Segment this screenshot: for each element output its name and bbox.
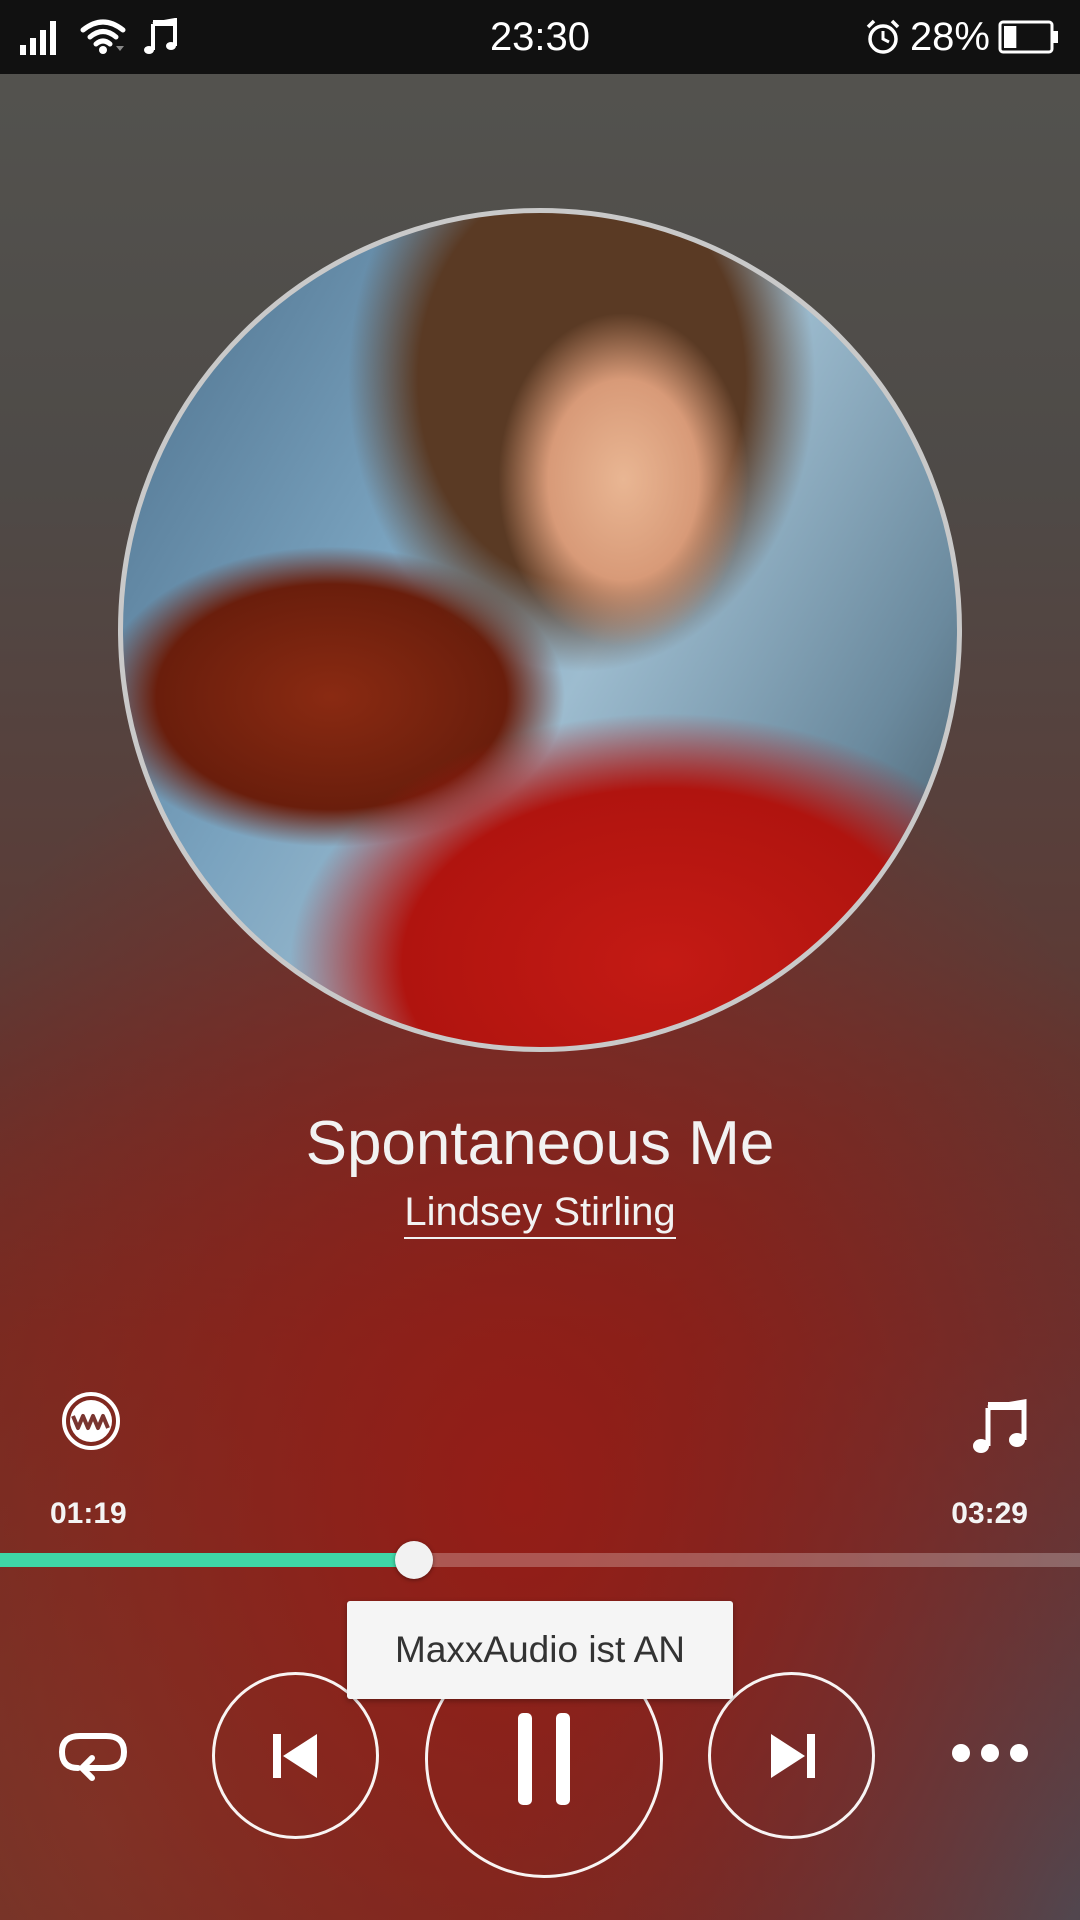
status-right-icons: 28%: [864, 15, 1060, 60]
repeat-icon[interactable]: [58, 1724, 128, 1786]
album-art-detail: [123, 313, 171, 688]
album-art: [118, 208, 962, 1052]
pause-icon: [518, 1713, 570, 1805]
maxxaudio-waves-icon[interactable]: [60, 1390, 122, 1452]
next-button[interactable]: [708, 1672, 875, 1839]
battery-icon: [998, 20, 1058, 54]
status-bar: 28%: [0, 0, 1080, 74]
more-dot: [1010, 1744, 1028, 1762]
status-left-icons: [20, 18, 178, 56]
total-time: 03:29: [951, 1497, 1028, 1530]
toast-message: MaxxAudio ist AN: [347, 1601, 733, 1699]
previous-icon: [272, 1733, 317, 1778]
music-note-icon[interactable]: [972, 1398, 1030, 1456]
artist-link[interactable]: Lindsey Stirling: [404, 1190, 676, 1239]
more-icon[interactable]: [952, 1738, 1028, 1768]
progress-fill: [0, 1553, 414, 1567]
more-dot: [952, 1744, 970, 1762]
next-icon: [770, 1733, 815, 1778]
progress-thumb[interactable]: [394, 1541, 433, 1579]
music-note-icon: [144, 18, 177, 54]
progress-bar[interactable]: [0, 1541, 1080, 1579]
more-dot: [981, 1744, 999, 1762]
artist-row: Lindsey Stirling: [0, 1190, 1080, 1239]
wifi-icon: [80, 19, 126, 54]
song-title: Spontaneous Me: [305, 1109, 775, 1178]
elapsed-time: 01:19: [50, 1497, 127, 1530]
battery-percent: 28%: [909, 14, 990, 59]
alarm-icon: [866, 19, 900, 54]
signal-icon: [20, 21, 56, 55]
